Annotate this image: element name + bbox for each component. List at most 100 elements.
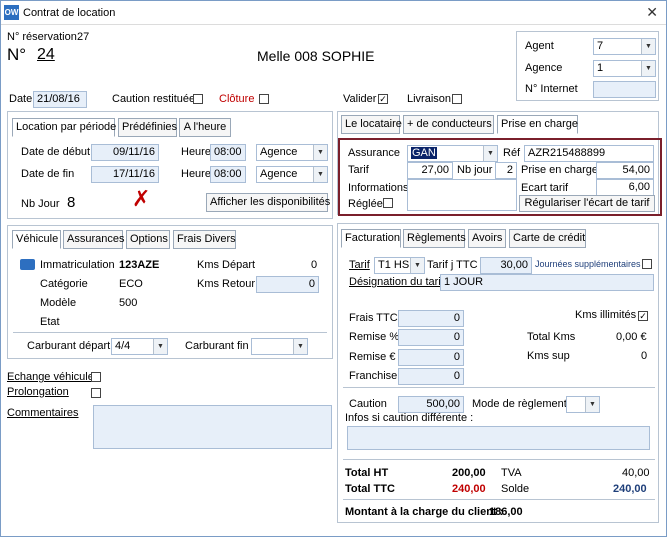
window-title: Contrat de location — [23, 7, 116, 19]
chevron-down-icon: ▼ — [410, 258, 424, 273]
carburant-fin-label: Carburant fin — [185, 340, 249, 352]
total-ttc-value: 240,00 — [452, 483, 486, 495]
immat-value: 123AZE — [119, 259, 160, 271]
contract-window: OW Contrat de location ✕ N° réservation … — [0, 0, 667, 537]
franchise-label: Franchise — [349, 370, 398, 382]
agence-label: Agence — [525, 62, 563, 74]
modele-value: 500 — [119, 297, 138, 309]
nbjour-assur-field[interactable]: 2 — [495, 162, 517, 179]
heure-label: Heure — [181, 146, 211, 158]
modele-label: Modèle — [40, 297, 77, 309]
nb-jour-value: 8 — [67, 194, 76, 211]
internet-label: N° Internet — [525, 83, 578, 95]
kms-depart-value: 0 — [311, 259, 318, 271]
remise-pct-field[interactable]: 0 — [398, 329, 464, 346]
prolongation-checkbox[interactable] — [91, 388, 101, 398]
contract-no-label: N° — [7, 45, 27, 64]
etat-label: Etat — [40, 316, 60, 328]
tab-reglements[interactable]: Règlements — [403, 229, 466, 248]
tab-assurances[interactable]: Assurances — [63, 230, 124, 249]
tab-a-l-heure[interactable]: A l'heure — [179, 118, 231, 137]
kms-retour-field[interactable]: 0 — [256, 276, 319, 293]
montant-divider — [343, 499, 655, 500]
heure-debut-field[interactable]: 08:00 — [210, 144, 246, 161]
kms-illimites-checkbox[interactable]: ✓ — [638, 311, 648, 321]
regulariser-ecart-button[interactable]: Régulariser l'écart de tarif — [519, 195, 655, 212]
tab-carte-credit[interactable]: Carte de crédit — [509, 229, 586, 248]
tarif-field[interactable]: 27,00 — [407, 162, 453, 179]
carburant-depart-select[interactable]: 4/4 ▼ — [111, 338, 168, 355]
date-debut-label: Date de début — [21, 146, 91, 158]
date-field[interactable]: 21/08/16 — [33, 91, 87, 108]
tarif-jour-field[interactable]: 30,00 — [480, 257, 532, 274]
tab-predefinies[interactable]: Prédéfinies — [118, 118, 177, 137]
date-label: Date — [9, 93, 33, 105]
mode-reglement-select[interactable]: ▼ — [566, 396, 600, 413]
caution-restituee-checkbox[interactable] — [193, 94, 203, 104]
total-kms-label: Total Kms — [527, 331, 576, 343]
kms-illimites-label: Kms illimités — [575, 309, 637, 321]
date-fin-field[interactable]: 17/11/16 — [91, 166, 159, 183]
close-icon[interactable]: ✕ — [646, 4, 658, 21]
kms-retour-label: Kms Retour — [197, 278, 256, 290]
tab-prise-en-charge[interactable]: Prise en charge — [497, 115, 578, 134]
assurance-select[interactable]: GAN ▼ — [407, 145, 498, 162]
tab-avoirs[interactable]: Avoirs — [468, 229, 506, 248]
date-debut-field[interactable]: 09/11/16 — [91, 144, 159, 161]
caution-label: Caution — [349, 398, 387, 410]
livraison-checkbox[interactable] — [452, 94, 462, 104]
lieu-debut-value: Agence — [260, 146, 298, 158]
app-icon: OW — [4, 5, 19, 20]
tab-vehicule[interactable]: Véhicule — [12, 230, 61, 249]
informations-label: Informations — [348, 182, 409, 194]
carburant-fin-select[interactable]: ▼ — [251, 338, 308, 355]
tab-facturation[interactable]: Facturation — [341, 229, 401, 248]
valider-checkbox[interactable]: ✓ — [378, 94, 388, 104]
prise-charge-field[interactable]: 54,00 — [596, 162, 654, 179]
lieu-debut-select[interactable]: Agence ▼ — [256, 144, 328, 161]
tab-conducteurs[interactable]: + de conducteurs — [403, 115, 494, 134]
mode-reglement-label: Mode de règlement — [472, 398, 567, 410]
chevron-down-icon: ▼ — [585, 397, 599, 412]
montant-client-value: 186,00 — [489, 506, 523, 518]
tab-locataire[interactable]: Le locataire — [341, 115, 402, 134]
lieu-fin-select[interactable]: Agence ▼ — [256, 166, 328, 183]
montant-client-label: Montant à la charge du client : — [345, 506, 504, 518]
journees-supp-checkbox[interactable] — [642, 259, 652, 269]
remise-eur-field[interactable]: 0 — [398, 349, 464, 366]
internet-field[interactable] — [593, 81, 656, 98]
caution-field[interactable]: 500,00 — [398, 396, 464, 413]
tab-frais-divers[interactable]: Frais Divers — [173, 230, 236, 249]
echange-vehicule-label[interactable]: Echange véhicule — [7, 371, 94, 383]
ecart-tarif-field[interactable]: 6,00 — [596, 179, 654, 196]
chevron-down-icon: ▼ — [293, 339, 307, 354]
nbjour-assur-label: Nb jour — [457, 164, 493, 176]
agence-select[interactable]: 1 ▼ — [593, 60, 656, 77]
tarif-fact-value: T1 HS — [378, 259, 410, 271]
infos-caution-field[interactable] — [347, 426, 650, 450]
franchise-field[interactable]: 0 — [398, 368, 464, 385]
tab-options[interactable]: Options — [126, 230, 170, 249]
cross-icon: ✗ — [132, 186, 151, 211]
agent-select[interactable]: 7 ▼ — [593, 38, 656, 55]
cloture-checkbox[interactable] — [259, 94, 269, 104]
echange-vehicule-checkbox[interactable] — [91, 372, 101, 382]
heure-fin-field[interactable]: 08:00 — [210, 166, 246, 183]
prolongation-label[interactable]: Prolongation — [7, 386, 69, 398]
ref-field[interactable]: AZR215488899 — [524, 145, 654, 162]
informations-field[interactable] — [407, 179, 517, 211]
commentaires-field[interactable] — [93, 405, 332, 449]
total-ttc-label: Total TTC — [345, 483, 395, 495]
cloture-label: Clôture — [219, 93, 255, 105]
date-fin-label: Date de fin — [21, 168, 75, 180]
frais-ttc-field[interactable]: 0 — [398, 310, 464, 327]
solde-label: Solde — [501, 483, 530, 495]
afficher-disponibilites-button[interactable]: Afficher les disponibilités — [206, 193, 330, 212]
reglee-checkbox[interactable] — [383, 198, 393, 208]
designation-field[interactable]: 1 JOUR — [440, 274, 654, 291]
tab-location-periode[interactable]: Location par période — [12, 118, 116, 137]
totals-divider — [343, 459, 655, 460]
agence-value: 1 — [597, 62, 604, 74]
caution-restituee-label: Caution restituée — [112, 93, 196, 105]
tarif-fact-select[interactable]: T1 HS ▼ — [374, 257, 425, 274]
